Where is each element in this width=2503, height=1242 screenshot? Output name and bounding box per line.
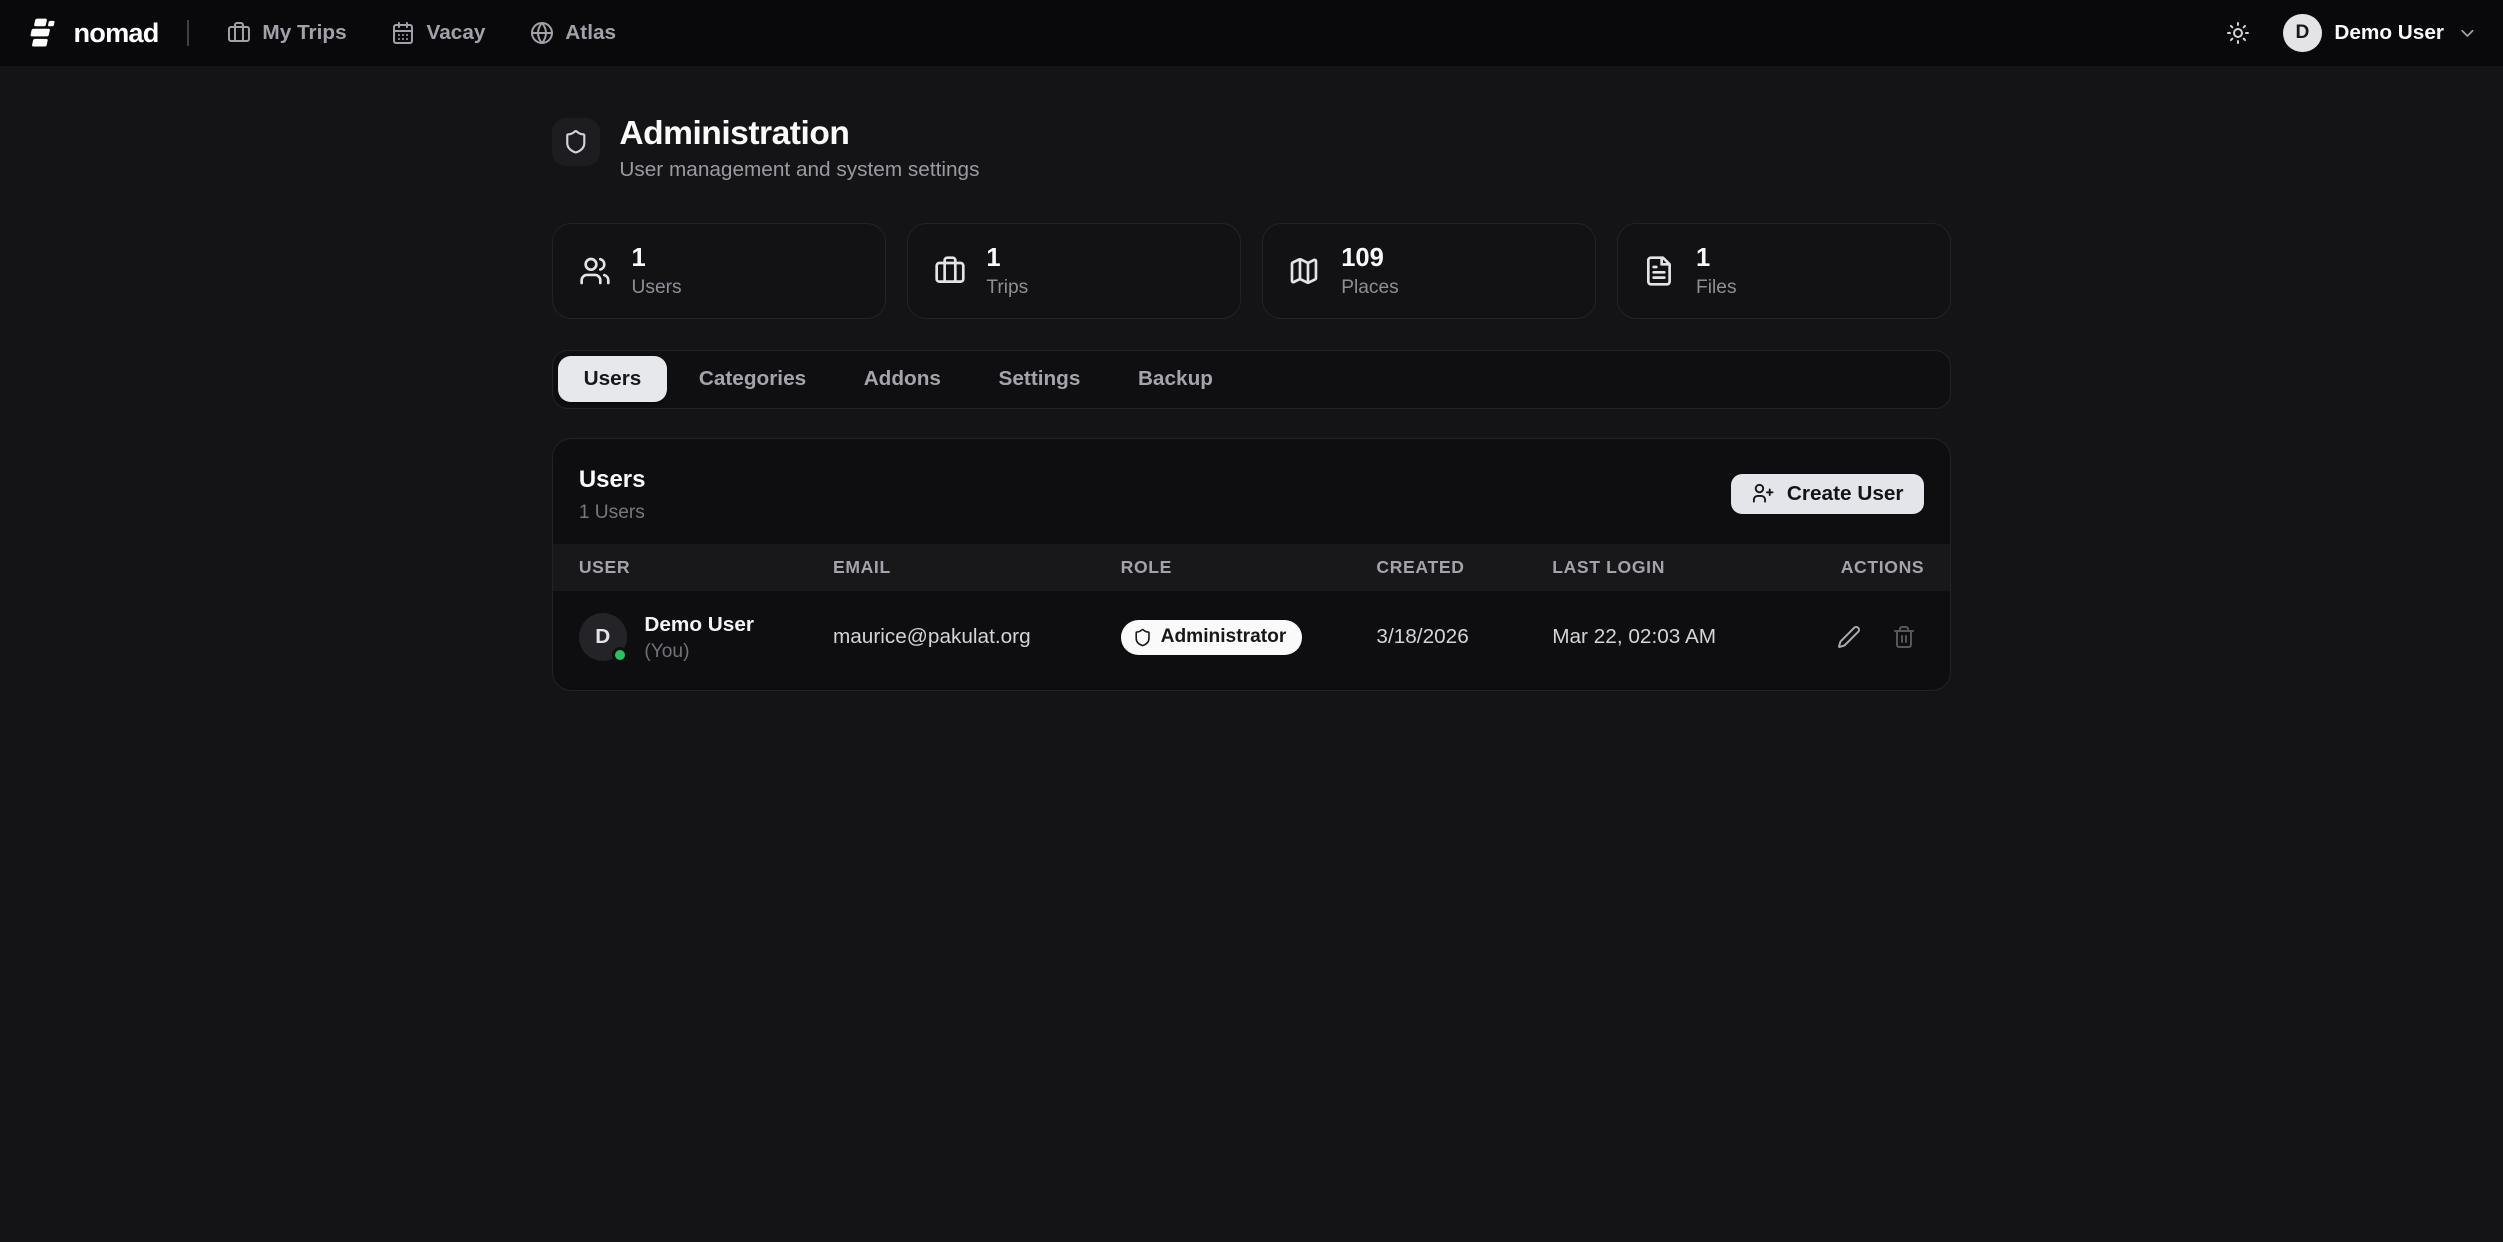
sun-icon: [2226, 21, 2250, 45]
row-you-label: (You): [644, 641, 754, 663]
online-status-dot: [612, 647, 628, 663]
nav-item-my-trips[interactable]: My Trips: [211, 11, 362, 54]
brand-logo[interactable]: nomad: [26, 15, 159, 50]
row-email: maurice@pakulat.org: [833, 625, 1121, 649]
tab-addons[interactable]: Addons: [838, 356, 966, 402]
stat-card-files: 1 Files: [1617, 223, 1951, 319]
row-last-login: Mar 22, 02:03 AM: [1552, 625, 1792, 649]
nav-item-label: My Trips: [262, 21, 346, 45]
user-name-block: Demo User (You): [644, 612, 754, 663]
users-panel: Users 1 Users Create User USER EMAIL ROL…: [552, 438, 1951, 692]
tab-users[interactable]: Users: [558, 356, 667, 402]
row-user-name: Demo User: [644, 612, 754, 638]
stat-value: 1: [1696, 244, 1736, 273]
shield-icon: [552, 118, 600, 166]
users-panel-header: Users 1 Users Create User: [553, 439, 1950, 545]
theme-toggle-button[interactable]: [2216, 11, 2261, 56]
avatar: D: [2283, 14, 2321, 52]
col-created: CREATED: [1376, 557, 1552, 578]
user-plus-icon: [1752, 482, 1774, 504]
briefcase-icon: [227, 21, 251, 45]
page-title: Administration: [619, 115, 979, 153]
panel-subtitle: 1 Users: [579, 502, 646, 524]
col-last-login: LAST LOGIN: [1552, 557, 1792, 578]
top-nav: nomad My Trips Vacay Atlas: [0, 0, 2503, 67]
stat-label: Trips: [986, 277, 1028, 299]
edit-user-button[interactable]: [1828, 617, 1870, 659]
stat-card-places: 109 Places: [1262, 223, 1596, 319]
tab-categories[interactable]: Categories: [673, 356, 831, 402]
delete-user-button[interactable]: [1883, 617, 1925, 659]
tab-settings[interactable]: Settings: [973, 356, 1106, 402]
nav-item-atlas[interactable]: Atlas: [514, 11, 632, 54]
stats-row: 1 Users 1 Trips 109 Places: [552, 223, 1951, 319]
stat-card-trips: 1 Trips: [907, 223, 1241, 319]
avatar: D: [579, 613, 627, 661]
stat-value: 1: [632, 244, 682, 273]
page-header-text: Administration User management and syste…: [619, 115, 979, 182]
col-role: ROLE: [1121, 557, 1377, 578]
row-created: 3/18/2026: [1376, 625, 1552, 649]
nomad-logo-icon: [26, 15, 61, 50]
briefcase-icon: [934, 255, 966, 287]
row-actions: [1792, 617, 1924, 659]
stat-value: 1: [986, 244, 1028, 273]
stat-text: 1 Trips: [986, 244, 1028, 299]
col-user: USER: [579, 557, 833, 578]
edit-icon: [1837, 625, 1861, 649]
calendar-icon: [391, 21, 415, 45]
col-actions: ACTIONS: [1792, 557, 1924, 578]
stat-text: 1 Users: [632, 244, 682, 299]
stat-text: 1 Files: [1696, 244, 1736, 299]
tab-backup[interactable]: Backup: [1112, 356, 1238, 402]
file-text-icon: [1643, 255, 1675, 287]
users-icon: [579, 255, 611, 287]
role-label: Administrator: [1161, 626, 1287, 648]
user-menu[interactable]: D Demo User: [2283, 14, 2477, 52]
role-badge: Administrator: [1121, 620, 1303, 655]
stat-label: Places: [1341, 277, 1399, 299]
page-subtitle: User management and system settings: [619, 158, 979, 182]
main-content: Administration User management and syste…: [552, 67, 1951, 691]
nav-right: D Demo User: [2216, 11, 2477, 56]
table-header: USER EMAIL ROLE CREATED LAST LOGIN ACTIO…: [553, 544, 1950, 591]
stat-value: 109: [1341, 244, 1399, 273]
nav-item-label: Atlas: [565, 21, 616, 45]
shield-icon: [1133, 628, 1152, 647]
nav-item-label: Vacay: [427, 21, 486, 45]
table-row: D Demo User (You) maurice@pakulat.org Ad: [553, 591, 1950, 690]
create-user-button[interactable]: Create User: [1731, 474, 1924, 514]
col-email: EMAIL: [833, 557, 1121, 578]
stat-text: 109 Places: [1341, 244, 1399, 299]
create-user-label: Create User: [1787, 482, 1904, 506]
stat-label: Files: [1696, 277, 1736, 299]
user-cell: D Demo User (You): [579, 612, 833, 663]
nav-separator: [187, 20, 189, 46]
stat-label: Users: [632, 277, 682, 299]
user-name: Demo User: [2334, 21, 2444, 45]
map-icon: [1288, 255, 1320, 287]
globe-icon: [530, 21, 554, 45]
admin-tabs: Users Categories Addons Settings Backup: [552, 350, 1951, 409]
page-header: Administration User management and syste…: [552, 115, 1951, 182]
panel-title: Users: [579, 466, 646, 494]
chevron-down-icon: [2457, 23, 2478, 44]
app-root: nomad My Trips Vacay Atlas: [0, 0, 2503, 1242]
stat-card-users: 1 Users: [552, 223, 886, 319]
role-cell: Administrator: [1121, 620, 1377, 655]
trash-icon: [1892, 625, 1916, 649]
nav-links: My Trips Vacay Atlas: [211, 11, 632, 54]
users-panel-titles: Users 1 Users: [579, 466, 646, 524]
brand-name: nomad: [74, 17, 159, 49]
nav-item-vacay[interactable]: Vacay: [375, 11, 501, 54]
